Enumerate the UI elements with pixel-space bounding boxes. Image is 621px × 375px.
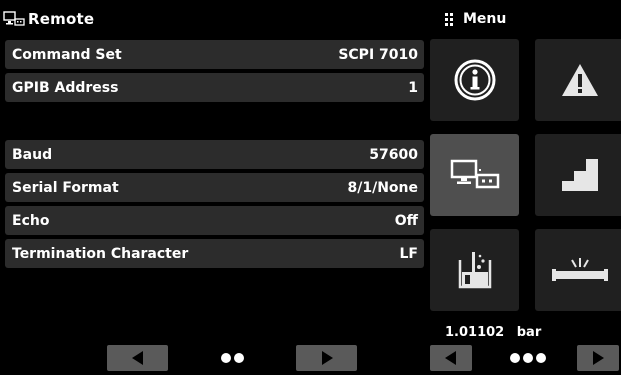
settings-panel: Remote Command Set SCPI 7010 GPIB Addres… — [0, 0, 426, 375]
menu-grip-icon — [445, 12, 453, 26]
page-dot — [221, 353, 231, 363]
setting-label: Termination Character — [12, 245, 189, 262]
setting-value: Off — [394, 212, 418, 229]
pipe-leak-tile[interactable] — [535, 229, 621, 311]
page-title: Remote — [28, 10, 95, 28]
triangle-right-icon — [321, 351, 333, 365]
setting-command-set[interactable]: Command Set SCPI 7010 — [5, 40, 424, 69]
setting-label: GPIB Address — [12, 79, 119, 96]
setting-baud[interactable]: Baud 57600 — [5, 140, 424, 169]
page-dot — [510, 353, 520, 363]
menu-panel: Menu 1.01102 bar — [429, 0, 621, 375]
setting-label: Serial Format — [12, 179, 119, 196]
triangle-left-icon — [131, 351, 143, 365]
menu-prev-button[interactable] — [430, 345, 472, 371]
remote-icon — [450, 159, 499, 189]
setting-value: 8/1/None — [347, 179, 418, 196]
info-icon — [454, 59, 495, 101]
remote-pc-device-icon — [3, 11, 25, 26]
page-dot — [234, 353, 244, 363]
triangle-left-icon — [445, 351, 456, 365]
triangle-right-icon — [593, 351, 604, 365]
page-dot — [536, 353, 546, 363]
setting-serial-format[interactable]: Serial Format 8/1/None — [5, 173, 424, 202]
setting-label: Command Set — [12, 46, 122, 63]
menu-header: Menu — [445, 8, 506, 30]
reading-unit: bar — [516, 325, 542, 340]
setting-value: 1 — [408, 79, 418, 96]
pipe-leak-icon — [551, 258, 608, 281]
setting-value: SCPI 7010 — [338, 46, 418, 63]
reading-value: 1.01102 — [445, 325, 505, 340]
menu-title: Menu — [463, 11, 507, 27]
setting-label: Baud — [12, 146, 53, 163]
pressure-reading: 1.01102 bar — [445, 325, 541, 340]
alarm-tile[interactable] — [535, 39, 621, 121]
page-indicator — [221, 353, 244, 363]
steps-tile[interactable] — [535, 134, 621, 216]
setting-label: Echo — [12, 212, 50, 229]
page-dot — [523, 353, 533, 363]
menu-next-button[interactable] — [577, 345, 619, 371]
screen-title-bar: Remote — [3, 8, 94, 30]
next-page-button[interactable] — [296, 345, 357, 371]
info-tile[interactable] — [430, 39, 519, 121]
setting-value: LF — [399, 245, 418, 262]
remote-tile[interactable] — [430, 134, 519, 216]
leak-test-icon — [458, 252, 491, 289]
prev-page-button[interactable] — [107, 345, 168, 371]
setting-gpib-address[interactable]: GPIB Address 1 — [5, 73, 424, 102]
menu-page-indicator — [510, 353, 546, 363]
steps-icon — [561, 159, 598, 191]
setting-echo[interactable]: Echo Off — [5, 206, 424, 235]
setting-termination-character[interactable]: Termination Character LF — [5, 239, 424, 268]
setting-value: 57600 — [369, 146, 418, 163]
warning-icon — [561, 64, 598, 96]
leak-test-tile[interactable] — [430, 229, 519, 311]
